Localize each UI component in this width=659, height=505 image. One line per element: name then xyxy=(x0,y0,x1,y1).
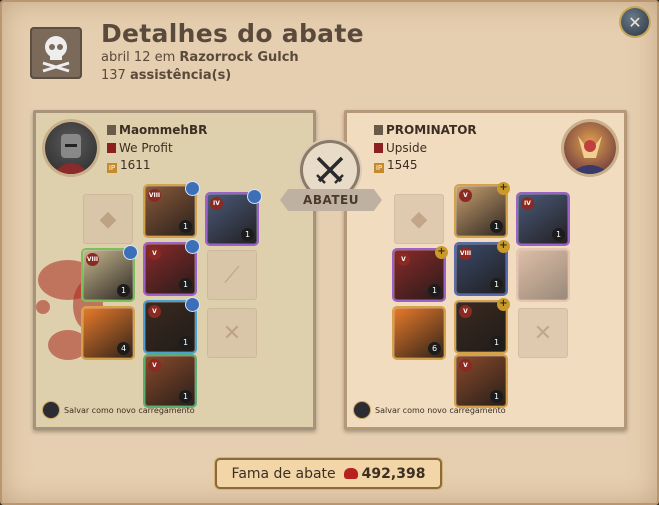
enchant-star-icon xyxy=(124,246,137,259)
killer-slot-shoes[interactable]: V1 xyxy=(145,298,199,352)
player-icon xyxy=(374,125,383,135)
assists-line: 137 assistência(s) xyxy=(101,68,231,83)
quantity-badge: 1 xyxy=(490,220,503,233)
enchant-star-icon xyxy=(186,182,199,195)
killer-slot-main-hand[interactable]: VIII 1 xyxy=(83,246,137,300)
tier-badge: V xyxy=(148,359,161,372)
victim-slot-off-hand[interactable] xyxy=(518,250,568,300)
quantity-badge: 1 xyxy=(490,336,503,349)
blood-splatter xyxy=(48,330,88,360)
kill-fame-value: 492,398 xyxy=(361,465,426,482)
tier-badge: VIII xyxy=(459,247,472,260)
quality-plus-icon: + xyxy=(435,246,448,259)
assists-label: assistência(s) xyxy=(129,68,232,83)
kill-location: Razorrock Gulch xyxy=(179,50,299,65)
killer-item-power: IP 1611 xyxy=(107,158,151,173)
victim-slot-main-hand[interactable]: V 1 + xyxy=(394,246,448,300)
quantity-badge: 1 xyxy=(552,228,565,241)
enchant-star-icon xyxy=(248,190,261,203)
bag-placeholder-icon: ◆ xyxy=(99,206,117,232)
enchant-star-icon xyxy=(186,298,199,311)
blood-splatter xyxy=(36,300,50,314)
victim-item-power: IP 1545 xyxy=(374,158,418,173)
quantity-badge: 1 xyxy=(179,336,192,349)
victim-slot-head[interactable]: V 1 + xyxy=(456,182,510,236)
tier-badge: V xyxy=(459,189,472,202)
killer-slot-bag[interactable]: ◆ xyxy=(83,194,133,244)
quality-plus-icon: + xyxy=(497,240,510,253)
tier-badge: V xyxy=(148,305,161,318)
kill-details-window: Detalhes do abate abril 12 em Razorrock … xyxy=(0,0,659,505)
victim-save-loadout-button[interactable]: Salvar como novo carregamento xyxy=(354,402,506,418)
victim-guild: Upside xyxy=(374,141,427,155)
killer-slot-cape[interactable]: IV 1 xyxy=(207,190,261,244)
victim-slot-mount[interactable]: V1 xyxy=(456,356,506,406)
quality-plus-icon: + xyxy=(497,298,510,311)
killer-avatar[interactable] xyxy=(45,122,97,174)
item-power-icon: IP xyxy=(107,163,117,173)
guild-shield-icon xyxy=(374,143,383,153)
victim-slot-food[interactable]: ✕ xyxy=(518,308,568,358)
tier-badge: VIII xyxy=(86,253,99,266)
quality-plus-icon: + xyxy=(497,182,510,195)
victim-slot-cape[interactable]: IV 1 xyxy=(518,194,568,244)
save-loadout-icon xyxy=(43,402,59,418)
quantity-badge: 1 xyxy=(179,220,192,233)
killer-save-loadout-button[interactable]: Salvar como novo carregamento xyxy=(43,402,195,418)
crossed-swords-icon xyxy=(303,143,357,197)
fame-skull-icon xyxy=(343,468,358,479)
quantity-badge: 1 xyxy=(117,284,130,297)
killer-slot-armor[interactable]: V1 xyxy=(145,240,199,294)
food-placeholder-icon: ✕ xyxy=(222,320,242,346)
tier-badge: IV xyxy=(210,197,223,210)
killer-guild: We Profit xyxy=(107,141,173,155)
tier-badge: V xyxy=(459,359,472,372)
tier-badge: V xyxy=(459,305,472,318)
victim-slot-potion[interactable]: 6 xyxy=(394,308,444,358)
kill-connector: em xyxy=(154,50,176,65)
quantity-badge: 1 xyxy=(428,284,441,297)
killer-slot-mount[interactable]: V1 xyxy=(145,356,195,406)
food-placeholder-icon: ✕ xyxy=(533,320,553,346)
killer-panel: MaommehBR We Profit IP 1611 ◆ VIII 1 IV 1 VIII… xyxy=(33,110,316,430)
enchant-star-icon xyxy=(186,240,199,253)
skull-crossbones-icon xyxy=(30,27,82,79)
kill-date: abril 12 xyxy=(101,50,151,65)
victim-slot-bag[interactable]: ◆ xyxy=(394,194,444,244)
guild-shield-icon xyxy=(107,143,116,153)
tier-badge: VIII xyxy=(148,189,161,202)
victim-slot-shoes[interactable]: V 1 + xyxy=(456,298,510,352)
close-button[interactable]: ✕ xyxy=(621,8,649,36)
quantity-badge: 1 xyxy=(490,278,503,291)
item-power-icon: IP xyxy=(374,163,384,173)
bag-placeholder-icon: ◆ xyxy=(410,206,428,232)
off-hand-placeholder-icon: ⟋ xyxy=(224,262,240,288)
victim-name[interactable]: PROMINATOR xyxy=(374,123,477,137)
victim-panel: PROMINATOR Upside IP 1545 ◆ V 1 + IV 1 V 1 + VIII 1… xyxy=(344,110,627,430)
kill-fame-label: Fama de abate xyxy=(231,465,336,482)
kill-fame-banner: Fama de abate 492,398 xyxy=(217,460,440,487)
tier-badge: V xyxy=(148,247,161,260)
killer-slot-head[interactable]: VIII 1 xyxy=(145,182,199,236)
killed-label: ABATEU xyxy=(280,189,382,211)
victim-slot-armor[interactable]: VIII 1 + xyxy=(456,240,510,294)
killer-slot-off-hand[interactable]: ⟋ xyxy=(207,250,257,300)
tier-badge: V xyxy=(397,253,410,266)
quantity-badge: 6 xyxy=(428,342,441,355)
victim-avatar[interactable] xyxy=(564,122,616,174)
quantity-badge: 1 xyxy=(179,278,192,291)
player-icon xyxy=(107,125,116,135)
tier-badge: IV xyxy=(521,197,534,210)
page-title: Detalhes do abate xyxy=(101,19,364,48)
close-x-icon: ✕ xyxy=(628,12,642,32)
save-loadout-icon xyxy=(354,402,370,418)
quantity-badge: 4 xyxy=(117,342,130,355)
kill-date-location: abril 12 em Razorrock Gulch xyxy=(101,50,299,65)
assists-count: 137 xyxy=(101,68,126,83)
killer-slot-food[interactable]: ✕ xyxy=(207,308,257,358)
quantity-badge: 1 xyxy=(241,228,254,241)
killer-slot-potion[interactable]: 4 xyxy=(83,308,133,358)
killer-name[interactable]: MaommehBR xyxy=(107,123,207,137)
